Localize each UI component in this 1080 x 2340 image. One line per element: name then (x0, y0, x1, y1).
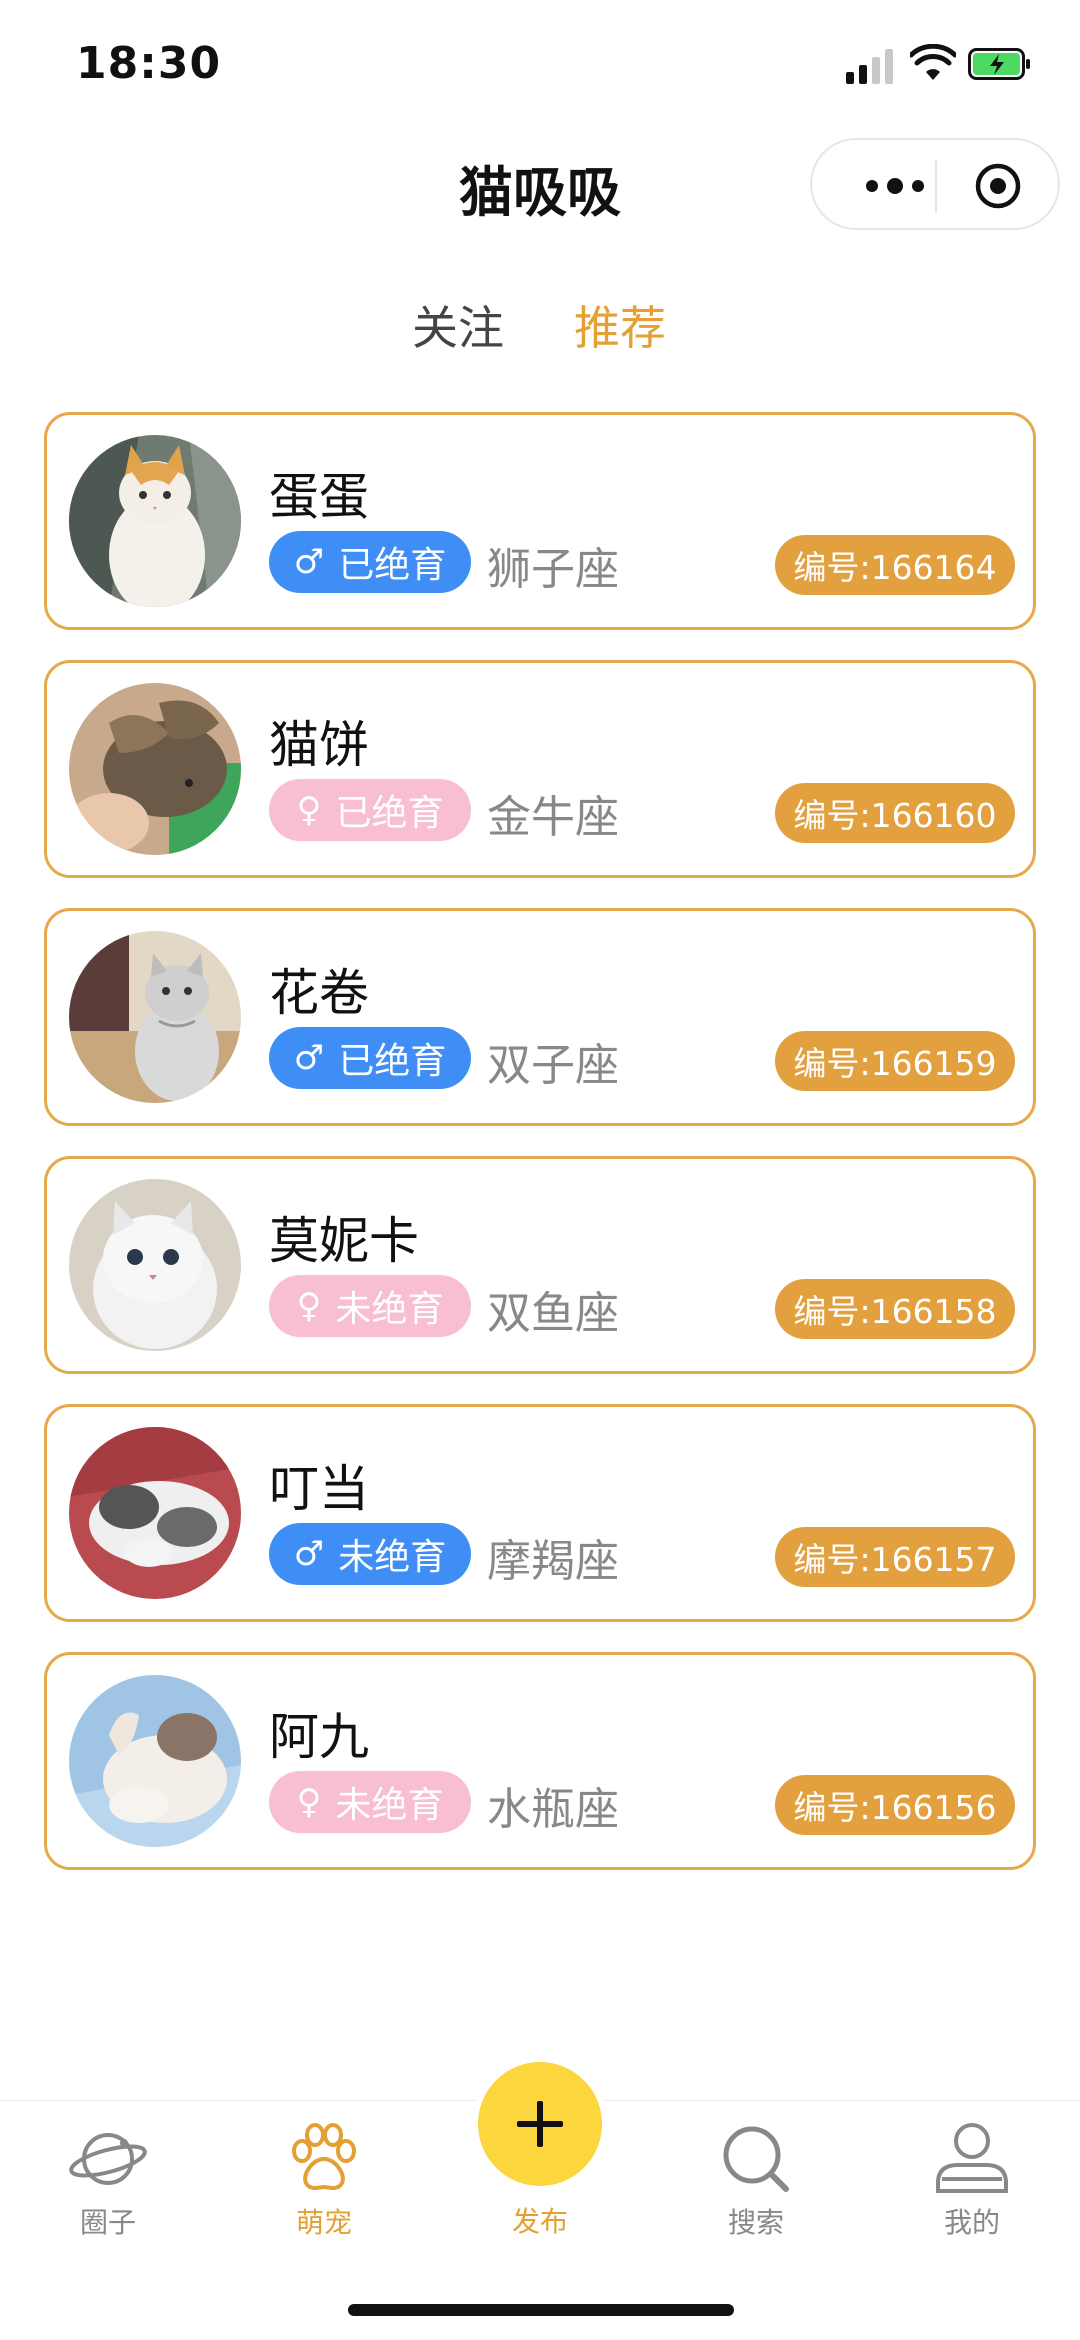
pet-avatar (69, 435, 241, 607)
pet-id-badge: 编号:166164 (775, 535, 1015, 595)
user-icon (936, 2123, 1008, 2193)
dot-icon (887, 178, 903, 194)
pet-name: 叮当 (269, 1460, 369, 1518)
paw-icon (292, 2123, 356, 2190)
miniprogram-capsule (810, 138, 1060, 230)
plus-icon (517, 2101, 563, 2147)
tab-follow[interactable]: 关注 (412, 292, 504, 358)
wifi-icon (910, 44, 956, 80)
dot-icon (866, 180, 878, 192)
pet-id-badge: 编号:166160 (775, 783, 1015, 843)
pet-id-badge: 编号:166157 (775, 1527, 1015, 1587)
pet-avatar (69, 683, 241, 855)
gender-status-badge: ♂ 已绝育 (269, 531, 471, 593)
pet-zodiac: 双鱼座 (487, 1288, 619, 1339)
nav-label: 搜索 (727, 2206, 784, 2239)
pet-name: 猫饼 (269, 716, 369, 774)
pet-id-badge: 编号:166158 (775, 1279, 1015, 1339)
pet-card[interactable]: 莫妮卡 ♀ 未绝育 双鱼座 编号:166158 (44, 1156, 1036, 1374)
nav-label: 萌宠 (295, 2206, 352, 2239)
gender-status-badge: ♂ 已绝育 (269, 1027, 471, 1089)
neuter-status: 未绝育 (335, 1785, 444, 1826)
nav-label: 我的 (943, 2206, 1000, 2239)
nav-label: 圈子 (79, 2206, 136, 2239)
pet-zodiac: 摩羯座 (487, 1536, 619, 1587)
pet-list: 蛋蛋 ♂ 已绝育 狮子座 编号:166164 猫饼 ♀ 已绝育 金牛座 编号:1… (44, 412, 1036, 1900)
male-icon: ♂ (293, 1534, 325, 1574)
search-icon (723, 2126, 789, 2192)
dot-icon (912, 180, 924, 192)
male-icon: ♂ (293, 1038, 325, 1078)
close-miniprogram-icon[interactable] (974, 162, 1022, 210)
neuter-status: 已绝育 (338, 545, 447, 586)
pet-avatar (69, 1179, 241, 1351)
female-icon: ♀ (296, 790, 322, 830)
gender-status-badge: ♀ 未绝育 (269, 1771, 471, 1833)
status-time: 18:30 (76, 38, 222, 89)
pet-name: 莫妮卡 (269, 1212, 419, 1270)
pet-avatar (69, 1427, 241, 1599)
pet-id-badge: 编号:166156 (775, 1775, 1015, 1835)
pet-avatar (69, 1675, 241, 1847)
neuter-status: 已绝育 (338, 1041, 447, 1082)
pet-card[interactable]: 猫饼 ♀ 已绝育 金牛座 编号:166160 (44, 660, 1036, 878)
gender-status-badge: ♀ 未绝育 (269, 1275, 471, 1337)
planet-icon (69, 2133, 147, 2185)
male-icon: ♂ (293, 542, 325, 582)
pet-avatar (69, 931, 241, 1103)
pet-card[interactable]: 阿九 ♀ 未绝育 水瓶座 编号:166156 (44, 1652, 1036, 1870)
pet-name: 阿九 (269, 1708, 369, 1766)
pet-name: 花卷 (269, 964, 369, 1022)
neuter-status: 已绝育 (335, 793, 444, 834)
neuter-status: 未绝育 (335, 1289, 444, 1330)
publish-button[interactable] (478, 2062, 602, 2186)
gender-status-badge: ♂ 未绝育 (269, 1523, 471, 1585)
female-icon: ♀ (296, 1286, 322, 1326)
pet-zodiac: 狮子座 (487, 544, 619, 595)
top-tabs: 关注 推荐 (0, 292, 1080, 362)
capsule-divider (935, 160, 937, 212)
pet-zodiac: 金牛座 (487, 792, 619, 843)
gender-status-badge: ♀ 已绝育 (269, 779, 471, 841)
more-options-button[interactable] (850, 172, 940, 200)
female-icon: ♀ (296, 1782, 322, 1822)
pet-zodiac: 双子座 (487, 1040, 619, 1091)
cellular-signal-icon (846, 46, 896, 84)
pet-id-badge: 编号:166159 (775, 1031, 1015, 1091)
pet-card[interactable]: 花卷 ♂ 已绝育 双子座 编号:166159 (44, 908, 1036, 1126)
pet-card[interactable]: 叮当 ♂ 未绝育 摩羯座 编号:166157 (44, 1404, 1036, 1622)
battery-charging-icon (968, 48, 1030, 80)
home-indicator (348, 2304, 734, 2316)
pet-card[interactable]: 蛋蛋 ♂ 已绝育 狮子座 编号:166164 (44, 412, 1036, 630)
tab-recommend[interactable]: 推荐 (574, 292, 666, 358)
pet-zodiac: 水瓶座 (487, 1784, 619, 1835)
neuter-status: 未绝育 (338, 1537, 447, 1578)
status-bar: 18:30 (0, 0, 1080, 130)
pet-name: 蛋蛋 (269, 468, 369, 526)
publish-label[interactable]: 发布 (460, 2200, 620, 2240)
